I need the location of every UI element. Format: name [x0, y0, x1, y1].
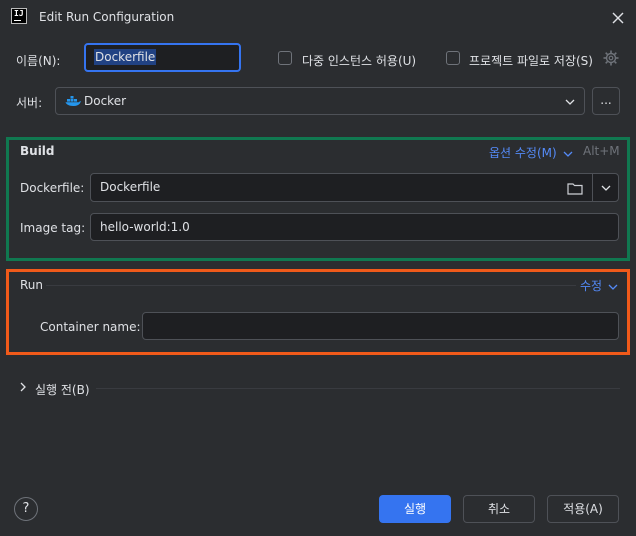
settings-gear-button[interactable] [603, 50, 619, 66]
run-separator [46, 285, 576, 286]
run-modify-label: 수정 [580, 279, 603, 293]
before-launch-label: 실행 전(B) [35, 383, 90, 397]
server-value: Docker [84, 94, 127, 108]
dockerfile-field[interactable]: Dockerfile [90, 173, 619, 202]
run-modify-link[interactable]: 수정 [580, 277, 618, 293]
run-section-title: Run [20, 278, 44, 292]
field-divider [592, 174, 593, 201]
container-name-field[interactable] [142, 312, 619, 340]
allow-multiple-checkbox[interactable] [278, 51, 292, 65]
title-bar: IJ Edit Run Configuration [0, 0, 636, 36]
dockerfile-label: Dockerfile: [20, 181, 85, 195]
server-more-button[interactable]: ... [592, 87, 620, 115]
server-label: 서버: [16, 96, 43, 110]
dockerfile-dropdown-button[interactable] [594, 174, 618, 201]
image-tag-field[interactable]: hello-world:1.0 [90, 213, 619, 241]
store-as-file-label: 프로젝트 파일로 저장(S) [469, 54, 593, 68]
image-tag-value: hello-world:1.0 [100, 220, 190, 234]
window-title: Edit Run Configuration [39, 10, 175, 24]
name-field[interactable]: Dockerfile [84, 43, 241, 72]
build-section-title: Build [20, 144, 55, 158]
chevron-down-icon [608, 284, 618, 290]
modify-options-shortcut: Alt+M [583, 144, 620, 158]
apply-button[interactable]: 적용(A) [547, 495, 619, 523]
before-launch-separator [96, 388, 620, 389]
server-select[interactable]: Docker [55, 87, 585, 115]
intellij-app-icon: IJ [11, 8, 27, 24]
chevron-down-icon [601, 185, 611, 191]
modify-options-label: 옵션 수정(M) [489, 146, 557, 160]
store-as-file-checkbox[interactable] [446, 51, 460, 65]
container-name-label: Container name: [40, 320, 141, 334]
name-field-value: Dockerfile [94, 49, 157, 65]
gear-icon [603, 50, 619, 66]
app-icon-text: IJ [14, 9, 24, 18]
chevron-right-icon [20, 382, 26, 392]
name-label: 이름(N): [16, 54, 61, 68]
close-icon [612, 12, 624, 24]
run-button[interactable]: 실행 [379, 495, 451, 523]
chevron-down-icon [563, 151, 572, 157]
close-button[interactable] [606, 6, 630, 30]
chevron-down-icon [565, 99, 575, 105]
dockerfile-value: Dockerfile [100, 180, 161, 194]
cancel-button[interactable]: 취소 [463, 495, 535, 523]
allow-multiple-label: 다중 인스턴스 허용(U) [302, 54, 417, 68]
modify-options-link[interactable]: 옵션 수정(M) [489, 144, 573, 160]
browse-folder-button[interactable] [566, 179, 584, 197]
help-button[interactable]: ? [14, 497, 38, 521]
image-tag-label: Image tag: [20, 221, 86, 235]
folder-icon [567, 183, 583, 195]
docker-icon [65, 96, 81, 107]
